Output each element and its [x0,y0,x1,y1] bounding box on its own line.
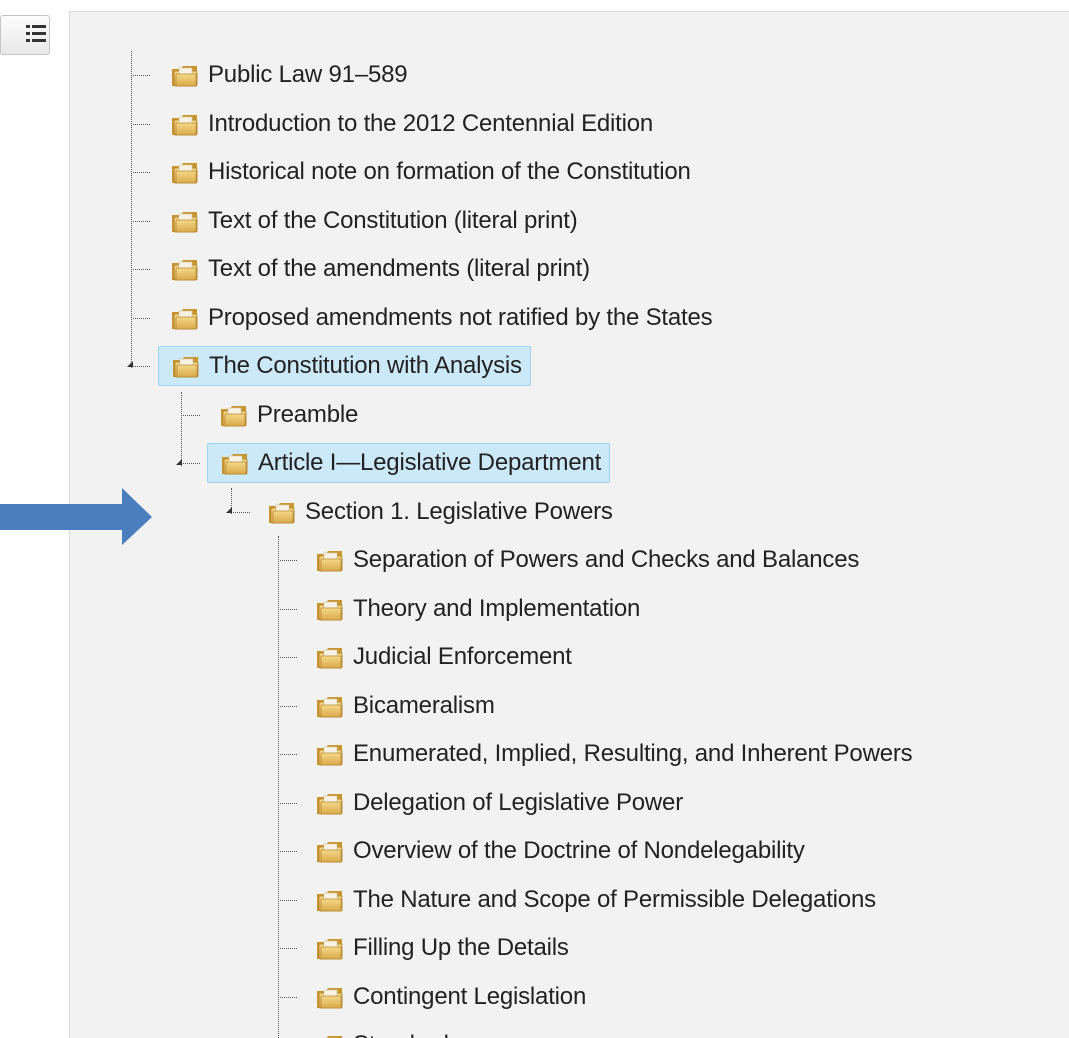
tree-item-section-child[interactable]: Delegation of Legislative Power [303,783,691,823]
folder-icon [315,596,345,622]
tree-item-label: Historical note on formation of the Cons… [208,158,691,185]
tree-item-label: Bicameralism [353,692,495,719]
tree-item-label: Introduction to the 2012 Centennial Edit… [208,110,654,137]
tree-item-section-child[interactable]: Enumerated, Implied, Resulting, and Inhe… [303,734,920,774]
folder-icon [315,1032,345,1038]
tree-item-label: Filling Up the Details [353,934,569,961]
tree-item-preamble[interactable]: Preamble [207,395,366,435]
tree-item-label: Section 1. Legislative Powers [305,498,613,525]
tree-item-label: The Nature and Scope of Permissible Dele… [353,886,876,913]
folder-icon [267,499,297,525]
folder-icon [170,111,200,137]
tree-item-label: Article I—Legislative Department [258,449,602,476]
tree-item-label: Preamble [257,401,359,428]
toc-toggle-button[interactable] [0,15,50,55]
folder-icon [220,450,250,476]
folder-icon [315,887,345,913]
tree-item-proposed-amendments[interactable]: Proposed amendments not ratified by the … [158,298,720,338]
tree-item-constitution-with-analysis[interactable]: The Constitution with Analysis [158,346,531,386]
tree-item-section-child[interactable]: The Nature and Scope of Permissible Dele… [303,880,884,920]
tree-item-label: Text of the amendments (literal print) [208,255,590,282]
tree-item-label: Judicial Enforcement [353,643,572,670]
tree-item-article-1[interactable]: Article I—Legislative Department [207,443,611,483]
tree-item-introduction[interactable]: Introduction to the 2012 Centennial Edit… [158,104,661,144]
folder-icon [171,353,201,379]
tree-item-historical-note[interactable]: Historical note on formation of the Cons… [158,152,699,192]
tree-item-section-child[interactable]: Theory and Implementation [303,589,648,629]
folder-icon [170,305,200,331]
tree-item-label: Text of the Constitution (literal print) [208,207,578,234]
tree-connector-root [131,51,132,368]
tree-item-label: Theory and Implementation [353,595,641,622]
tree-item-label: The Constitution with Analysis [209,352,522,379]
folder-icon [315,935,345,961]
tree-item-section-child[interactable]: Judicial Enforcement [303,637,580,677]
tree-item-section-child[interactable]: Standards [303,1025,469,1038]
folder-icon [170,256,200,282]
folder-icon [315,838,345,864]
tree-item-label: Overview of the Doctrine of Nondelegabil… [353,837,805,864]
folder-icon [315,644,345,670]
folder-icon [170,62,200,88]
tree-item-section-child[interactable]: Separation of Powers and Checks and Bala… [303,540,867,580]
folder-icon [315,741,345,767]
tree-item-section-child[interactable]: Overview of the Doctrine of Nondelegabil… [303,831,813,871]
folder-icon [170,159,200,185]
tree-connector-section [278,536,279,1038]
tree-item-public-law[interactable]: Public Law 91–589 [158,55,415,95]
right-arrow-icon [0,488,152,545]
tree-item-section-child[interactable]: Bicameralism [303,686,503,726]
expanded-arrow-icon[interactable] [226,507,232,513]
list-icon [26,25,46,42]
tree-item-label: Separation of Powers and Checks and Bala… [353,546,860,573]
folder-icon [315,547,345,573]
expanded-arrow-icon[interactable] [176,459,182,465]
tree-connector-constitution [181,392,182,466]
folder-icon [315,790,345,816]
tree-item-section-child[interactable]: Filling Up the Details [303,928,577,968]
tree-item-section-child[interactable]: Contingent Legislation [303,977,594,1017]
tree-item-label: Contingent Legislation [353,983,587,1010]
folder-icon [219,402,249,428]
folder-icon [315,984,345,1010]
tree-item-label: Proposed amendments not ratified by the … [208,304,713,331]
tree-item-amendments-text[interactable]: Text of the amendments (literal print) [158,249,598,289]
folder-icon [170,208,200,234]
tree-item-constitution-text[interactable]: Text of the Constitution (literal print) [158,201,586,241]
tree-item-label: Delegation of Legislative Power [353,789,683,816]
toc-tree-panel: Public Law 91–589 Introduction to the 20… [69,11,1069,1038]
tree-item-label: Enumerated, Implied, Resulting, and Inhe… [353,740,913,767]
folder-icon [315,693,345,719]
tree-item-section-1[interactable]: Section 1. Legislative Powers [255,492,621,532]
tree-item-label: Public Law 91–589 [208,61,408,88]
